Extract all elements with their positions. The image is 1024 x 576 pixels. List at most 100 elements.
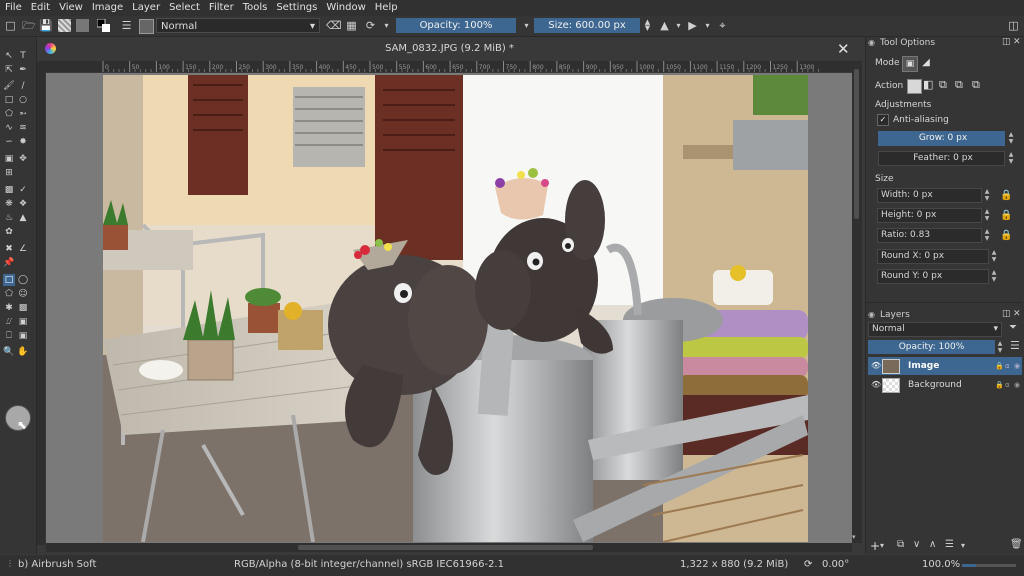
foreground-background-color-icon[interactable] — [96, 18, 110, 32]
blend-mode-select[interactable]: Normal ▾ — [156, 18, 320, 33]
brush-preset-icon[interactable] — [139, 19, 154, 34]
float-docker-icon[interactable]: ◫ — [1002, 37, 1011, 47]
visibility-eye-icon[interactable]: 👁 — [871, 376, 881, 394]
rectangular-selection-icon[interactable]: □ — [3, 274, 15, 286]
elliptical-selection-icon[interactable]: ◯ — [17, 274, 29, 286]
multibrush-icon[interactable]: ✸ — [17, 136, 29, 148]
action-subtract-icon[interactable]: ⧉ — [955, 78, 963, 92]
zoom-tool-icon[interactable]: 🔍 — [3, 346, 15, 358]
menu-help[interactable]: Help — [370, 0, 402, 16]
chevron-down-icon[interactable]: ▾ — [701, 19, 714, 32]
docker-divider[interactable] — [866, 302, 1022, 303]
zoom-slider[interactable] — [962, 564, 1016, 567]
grow-field[interactable]: Grow: 0 px — [878, 131, 1005, 146]
height-field[interactable]: Height: 0 px — [877, 208, 982, 223]
size-spin-arrows-icon[interactable]: ▲ ▼ — [641, 19, 654, 32]
menu-view[interactable]: View — [54, 0, 87, 16]
scroll-down-arrow-icon[interactable]: ▾ — [852, 533, 856, 541]
lock-icon[interactable]: 🔒 — [1000, 230, 1012, 242]
pattern-preset-icon[interactable] — [76, 19, 89, 32]
layer-blend-mode-select[interactable]: Normal ▾ — [868, 322, 1002, 337]
width-field[interactable]: Width: 0 px — [877, 188, 982, 203]
chevron-down-icon[interactable]: ▾ — [672, 19, 685, 32]
feather-field[interactable]: Feather: 0 px — [878, 151, 1005, 166]
layer-row-image[interactable]: 👁 Image 🔒 α ◉ — [868, 357, 1022, 375]
close-docker-icon[interactable]: ✕ — [1013, 309, 1021, 319]
mode-curve-icon[interactable]: ◢ — [919, 56, 933, 70]
menu-select[interactable]: Select — [164, 0, 204, 16]
layer-properties-icon[interactable]: ☰ — [945, 539, 954, 550]
bezier-tool-icon[interactable]: ∿ — [3, 122, 15, 134]
round-x-field[interactable]: Round X: 0 px — [877, 249, 989, 264]
duplicate-layer-icon[interactable]: ⧉ — [897, 539, 904, 550]
round-x-spin-icon[interactable]: ▲ ▼ — [990, 249, 998, 264]
chevron-down-icon[interactable]: ▾ — [880, 541, 884, 550]
preserve-alpha-icon[interactable]: ▦ — [345, 19, 358, 32]
close-document-icon[interactable]: ✕ — [837, 40, 850, 58]
lock-icon[interactable]: 🔒 — [1000, 190, 1012, 202]
polygon-tool-icon[interactable]: ⬠ — [3, 108, 15, 120]
fill-tool-icon[interactable]: ♨ — [3, 212, 15, 224]
save-document-icon[interactable]: 💾 — [39, 19, 53, 32]
add-layer-icon[interactable]: + — [870, 539, 880, 553]
wrap-around-icon[interactable]: ⌖ — [716, 19, 729, 32]
menu-tools[interactable]: Tools — [238, 0, 272, 16]
move-layer-up-icon[interactable]: ∧ — [929, 539, 936, 550]
antialiasing-checkbox[interactable]: ✓ — [877, 114, 889, 126]
freehand-selection-icon[interactable]: ☺ — [17, 288, 29, 300]
eraser-mode-icon[interactable]: ⌫ — [326, 19, 342, 32]
selection-mode-icon[interactable]: ⎕ — [3, 330, 15, 342]
chevron-down-icon[interactable]: ▾ — [380, 19, 393, 32]
pan-tool-icon[interactable]: ✋ — [17, 346, 29, 358]
lock-icon[interactable]: 🔒 — [1000, 210, 1012, 222]
horizontal-scroll-thumb[interactable] — [298, 545, 593, 550]
pattern-edit-icon[interactable]: ✿ — [3, 226, 15, 238]
freehand-path-icon[interactable]: ≋ — [17, 122, 29, 134]
assistant-tool-icon[interactable]: ✖ — [3, 243, 15, 255]
gradient-tool-icon[interactable]: ▩ — [3, 184, 15, 196]
height-spin-icon[interactable]: ▲ ▼ — [983, 208, 991, 223]
magnetic-selection-icon[interactable]: ▣ — [17, 316, 29, 328]
line-tool-icon[interactable]: ∕ — [17, 80, 29, 92]
drag-handle-icon[interactable]: ◉ — [868, 310, 875, 319]
similar-selection-icon[interactable]: ▩ — [17, 302, 29, 314]
reload-preset-icon[interactable]: ⟳ — [364, 19, 377, 32]
rectangle-tool-icon[interactable]: □ — [3, 94, 15, 106]
colorize-mask-icon[interactable]: ❋ — [3, 198, 15, 210]
width-spin-icon[interactable]: ▲ ▼ — [983, 188, 991, 203]
polygonal-selection-icon[interactable]: ⬠ — [3, 288, 15, 300]
drag-handle-icon[interactable]: ◉ — [868, 38, 875, 47]
enclose-fill-icon[interactable]: ▲ — [17, 212, 29, 224]
gradient-preset-icon[interactable] — [58, 19, 71, 32]
current-brush-label[interactable]: b) Airbrush Soft — [18, 559, 96, 570]
menu-edit[interactable]: Edit — [26, 0, 54, 16]
close-docker-icon[interactable]: ✕ — [1013, 37, 1021, 47]
layer-opacity-spin-icon[interactable]: ▲ ▼ — [996, 340, 1004, 355]
contiguous-selection-icon[interactable]: ✱ — [3, 302, 15, 314]
menu-window[interactable]: Window — [321, 0, 369, 16]
vertical-scrollbar[interactable]: ▾ — [852, 61, 862, 543]
ellipse-tool-icon[interactable]: ○ — [17, 94, 29, 106]
move-tool-icon[interactable]: ✥ — [17, 153, 29, 165]
document-image[interactable] — [103, 75, 808, 542]
transform-tool-icon[interactable]: ▣ — [3, 153, 15, 165]
round-y-field[interactable]: Round Y: 0 px — [877, 269, 989, 284]
layer-opacity-slider[interactable]: Opacity: 100% — [868, 340, 995, 354]
edit-shapes-icon[interactable]: ⇱ — [3, 64, 15, 76]
lock-icon[interactable]: 🔒 — [995, 357, 1004, 375]
menu-layer[interactable]: Layer — [127, 0, 164, 16]
bezier-selection-icon[interactable]: ⌰ — [3, 316, 15, 328]
zoom-label[interactable]: 100.0% — [922, 559, 960, 570]
brush-settings-icon[interactable]: ☰ — [120, 19, 133, 32]
crop-tool-icon[interactable]: ⊞ — [3, 167, 15, 179]
menu-file[interactable]: File — [0, 0, 26, 16]
delete-layer-icon[interactable]: 🗑 — [1010, 539, 1023, 550]
chevron-down-icon[interactable]: ▾ — [961, 541, 965, 550]
dockers-icon[interactable]: ◫ — [1007, 19, 1020, 32]
action-intersect-icon[interactable]: ◧ — [923, 78, 933, 91]
round-y-spin-icon[interactable]: ▲ ▼ — [990, 269, 998, 284]
menu-settings[interactable]: Settings — [271, 0, 321, 16]
grow-spin-icon[interactable]: ▲ ▼ — [1007, 131, 1015, 146]
horizontal-scrollbar[interactable] — [46, 543, 852, 552]
text-tool-icon[interactable]: T — [17, 50, 29, 62]
